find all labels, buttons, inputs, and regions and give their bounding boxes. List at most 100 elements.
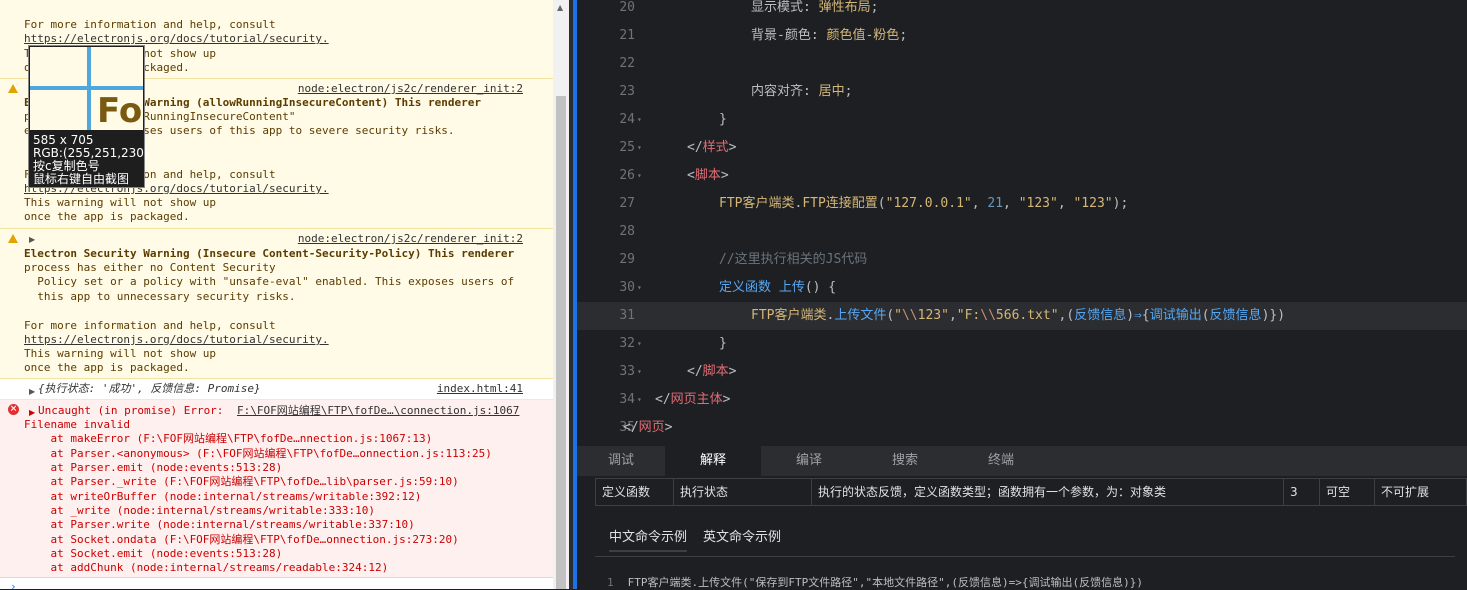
console-line: Electron Security Warning (Insecure Cont…	[24, 247, 515, 260]
console-scrollbar[interactable]: ▲	[553, 0, 569, 589]
stack-line[interactable]: at writeOrBuffer (node:internal/streams/…	[24, 490, 421, 504]
bottom-panel: 调试 解释 编译 搜索 终端 定义函数 执行状态 执行的状态反馈，定义函数类型；…	[577, 446, 1467, 589]
info-name: 定义函数	[596, 479, 674, 505]
code-text: </网页主体>	[655, 386, 731, 414]
info-description: 执行的状态反馈，定义函数类型；函数拥有一个参数，为：对象类	[812, 479, 1284, 505]
code-token: 566.txt"	[995, 308, 1059, 323]
stack-line[interactable]: at _write (node:internal/streams/writabl…	[24, 504, 375, 518]
editor-line[interactable]: 26 ▾ <脚本>	[577, 162, 1467, 190]
fold-arrow-icon[interactable]: ▾	[637, 134, 642, 162]
editor-line[interactable]: 33 ▾ </脚本>	[577, 358, 1467, 386]
error-source-link[interactable]: F:\FOF网站编程\FTP\fofDe…\connection.js:1067	[237, 404, 519, 418]
source-link[interactable]: node:electron/js2c/renderer_init:2	[298, 82, 523, 96]
stack-line[interactable]: at addChunk (node:internal/streams/reada…	[24, 561, 388, 575]
code-text: FTP客户端类.上传文件("\\123","F:\\566.txt",(反馈信息…	[751, 302, 1285, 330]
fold-arrow-icon[interactable]: ▾	[637, 386, 642, 414]
stack-line[interactable]: at Parser._write (F:\FOF网站编程\FTP\fofDe…l…	[24, 475, 458, 489]
line-number: 32	[619, 336, 635, 351]
stack-line[interactable]: at Parser.emit (node:events:513:28)	[24, 461, 282, 475]
code-editor[interactable]: 20 显示模式: 弹性布局; 21 背景-颜色: 颜色值-粉色; 22 23 内容对齐: 居…	[577, 0, 1467, 446]
crosshair-horizontal	[30, 86, 143, 90]
tab-compile[interactable]: 编译	[761, 446, 857, 476]
tab-terminal[interactable]: 终端	[953, 446, 1049, 476]
editor-line[interactable]: 25 ▾ </样式>	[577, 134, 1467, 162]
editor-line[interactable]: 31 FTP客户端类.上传文件("\\123","F:\\566.txt",(反馈…	[577, 302, 1467, 330]
code-token: </	[655, 392, 671, 407]
stack-line: Filename invalid	[24, 418, 130, 431]
line-number: 27	[619, 196, 635, 211]
warning-icon	[8, 234, 18, 243]
code-token: >	[728, 364, 737, 379]
code-token: );	[1112, 196, 1129, 211]
stack-line[interactable]: at Socket.ondata (F:\FOF网站编程\FTP\fofDe…o…	[24, 533, 458, 547]
line-number: 23	[619, 84, 635, 99]
code-token: >	[722, 392, 731, 407]
code-text: }	[719, 106, 727, 134]
code-token: 脚本	[702, 364, 729, 379]
stack-line[interactable]: at Socket.emit (node:events:513:28)	[24, 547, 282, 561]
editor-line[interactable]: 22	[577, 50, 1467, 78]
expand-triangle-icon[interactable]: ▶	[29, 233, 35, 247]
code-token: 颜色值-粉色	[826, 28, 900, 43]
code-token: }	[719, 336, 727, 351]
code-token: {	[1141, 308, 1150, 323]
code-token: 网页	[638, 420, 665, 435]
editor-line[interactable]: 24 ▾}	[577, 106, 1467, 134]
scroll-up-icon[interactable]: ▲	[557, 3, 563, 12]
code-text: 内容对齐: 居中;	[751, 78, 853, 106]
code-token: <	[687, 168, 695, 183]
code-token: 背景-颜色:	[751, 28, 827, 43]
example-separator	[595, 556, 1455, 557]
tab-chinese-example[interactable]: 中文命令示例	[609, 526, 688, 552]
console-log-text: {执行状态: '成功', 反馈信息: Promise}	[38, 382, 261, 395]
editor-line[interactable]: 28	[577, 218, 1467, 246]
editor-line[interactable]: 27 FTP客户端类.FTP连接配置("127.0.0.1", 21, "123"…	[577, 190, 1467, 218]
tab-search[interactable]: 搜索	[857, 446, 953, 476]
magnifier-preview: Fo	[30, 47, 143, 130]
line-number: 28	[619, 224, 635, 239]
editor-line[interactable]: 30 ▾ 定义函数 上传() {	[577, 274, 1467, 302]
code-token: ,	[971, 196, 988, 211]
fold-arrow-icon[interactable]: ▾	[637, 274, 642, 302]
fold-arrow-icon[interactable]: ▾	[637, 330, 642, 358]
editor-line[interactable]: 21 背景-颜色: 颜色值-粉色;	[577, 22, 1467, 50]
fold-arrow-icon[interactable]: ▾	[637, 106, 642, 134]
security-docs-link[interactable]: https://electronjs.org/docs/tutorial/sec…	[24, 333, 329, 347]
console-line: This warning will not show up	[24, 196, 217, 209]
editor-line[interactable]: 35 </网页>	[577, 414, 1467, 442]
code-token: ,	[948, 308, 957, 323]
code-token: 网页主体	[670, 392, 723, 407]
code-token: 脚本	[694, 168, 721, 183]
stack-line[interactable]: at Parser.write (node:internal/streams/w…	[24, 518, 414, 532]
source-link[interactable]: index.html:41	[437, 382, 523, 396]
tab-explain[interactable]: 解释	[665, 446, 761, 476]
source-link[interactable]: node:electron/js2c/renderer_init:2	[298, 232, 523, 246]
code-token: "127.0.0.1"	[885, 196, 972, 211]
editor-line[interactable]: 29 //这里执行相关的JS代码	[577, 246, 1467, 274]
code-token: ,	[1003, 196, 1019, 211]
console-log-entry[interactable]: ▶ {执行状态: '成功', 反馈信息: Promise} index.html…	[0, 379, 553, 400]
editor-line[interactable]: 23 内容对齐: 居中;	[577, 78, 1467, 106]
console-prompt[interactable]: ›	[10, 580, 17, 589]
fold-arrow-icon[interactable]: ▾	[637, 358, 642, 386]
fold-arrow-icon[interactable]: ▾	[637, 162, 642, 190]
expand-triangle-icon[interactable]: ▶	[29, 385, 35, 399]
code-text: <脚本>	[687, 162, 729, 190]
code-token: </	[623, 420, 639, 435]
editor-line[interactable]: 34 ▾ </网页主体>	[577, 386, 1467, 414]
code-token: () {	[804, 280, 837, 295]
stack-line[interactable]: at Parser.<anonymous> (F:\FOF网站编程\FTP\fo…	[24, 447, 491, 461]
tab-debug[interactable]: 调试	[577, 446, 665, 476]
code-token: "	[894, 308, 902, 323]
code-text: 显示模式: 弹性布局;	[751, 0, 879, 22]
stack-line[interactable]: at makeError (F:\FOF网站编程\FTP\fofDe…nnect…	[24, 432, 432, 446]
code-token: 定义函数 上传	[719, 280, 805, 295]
code-token: 123"	[917, 308, 949, 323]
line-number: 31	[619, 308, 635, 323]
editor-line[interactable]: 32 ▾}	[577, 330, 1467, 358]
tab-english-example[interactable]: 英文命令示例	[703, 526, 781, 550]
error-icon: ×	[8, 404, 19, 415]
editor-line[interactable]: 20 显示模式: 弹性布局;	[577, 0, 1467, 22]
scrollbar-thumb[interactable]	[556, 96, 566, 589]
console-line: For more information and help, consult	[24, 18, 276, 31]
